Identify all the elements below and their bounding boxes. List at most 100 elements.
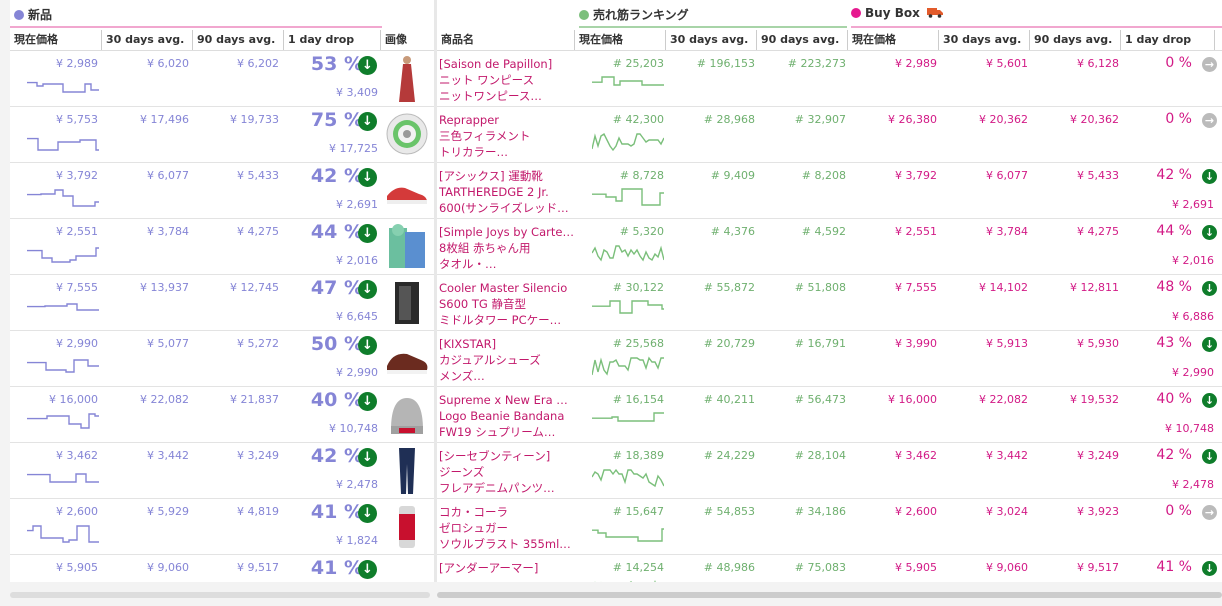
- buybox-drop-percent: 0 %: [1165, 503, 1192, 519]
- table-row[interactable]: [Simple Joys by Carter's] 8枚組 赤ちゃん用 タオル・… #…: [437, 219, 1222, 275]
- table-row[interactable]: ¥ 2,989 ¥ 6,020 ¥ 6,202 53 % ↓ ¥ 3,409: [10, 51, 434, 107]
- drop-down-arrow-icon: ↓: [1202, 393, 1217, 408]
- table-row[interactable]: [KIXSTAR] カジュアルシューズ メンズ… # 25,568 # 20,729 # …: [437, 331, 1222, 387]
- sales-rank-current: # 15,647: [612, 505, 664, 518]
- buybox-drop-percent: 0 %: [1165, 55, 1192, 71]
- col-header-sales-current[interactable]: 現在価格: [575, 30, 666, 50]
- product-title-link[interactable]: Cooler Master Silencio S600 TG 静音型 ミドルタワー …: [439, 280, 575, 328]
- col-header-new-90d[interactable]: 90 days avg.: [193, 30, 284, 50]
- table-row[interactable]: コカ・コーラ ゼロシュガー ソウルブラスト 355ml… # 15,647 # 54,8…: [437, 499, 1222, 555]
- new-30d-avg: ¥ 3,784: [147, 225, 189, 238]
- table-row[interactable]: ¥ 7,555 ¥ 13,937 ¥ 12,745 47 % ↓ ¥ 6,645: [10, 275, 434, 331]
- new-90d-avg: ¥ 21,837: [230, 393, 279, 406]
- product-title-link[interactable]: [アンダーアーマー]: [439, 560, 575, 576]
- product-title-line: ジーンズ: [439, 465, 485, 479]
- product-title-link[interactable]: Supreme x New Era Box Logo Beanie Bandana…: [439, 392, 575, 440]
- buybox-drop-percent: 44 %: [1156, 223, 1192, 239]
- left-horizontal-scrollbar[interactable]: [10, 592, 430, 598]
- new-price-sparkline: [27, 81, 99, 93]
- new-90d-avg: ¥ 4,275: [237, 225, 279, 238]
- table-row[interactable]: ¥ 5,905 ¥ 9,060 ¥ 9,517 41 % ↓: [10, 555, 434, 582]
- col-header-buybox-drop[interactable]: 1 day drop: [1121, 30, 1215, 50]
- product-title-line: [KIXSTAR]: [439, 337, 497, 351]
- table-row[interactable]: [Saison de Papillon] ニット ワンピース ニットワンピース… # …: [437, 51, 1222, 107]
- buybox-current-price: ¥ 3,990: [895, 337, 937, 350]
- new-drop-percent: 53 %: [310, 53, 363, 75]
- new-30d-avg: ¥ 5,077: [147, 337, 189, 350]
- new-90d-avg: ¥ 19,733: [230, 113, 279, 126]
- sales-rank-sparkline: [592, 245, 664, 262]
- table-row[interactable]: [アンダーアーマー] # 14,254 # 48,986 # 75,083 ¥ 5,90…: [437, 555, 1222, 582]
- table-row[interactable]: ¥ 3,462 ¥ 3,442 ¥ 3,249 42 % ↓ ¥ 2,478: [10, 443, 434, 499]
- col-header-title[interactable]: 商品名: [437, 30, 575, 50]
- sales-dot-icon: [579, 10, 589, 20]
- product-title-link[interactable]: コカ・コーラ ゼロシュガー ソウルブラスト 355ml…: [439, 504, 575, 552]
- buybox-30d-avg: ¥ 3,442: [986, 449, 1028, 462]
- product-title-link[interactable]: [Simple Joys by Carter's] 8枚組 赤ちゃん用 タオル・…: [439, 224, 575, 272]
- new-previous-price: ¥ 2,990: [336, 366, 378, 379]
- new-drop-percent: 40 %: [310, 389, 363, 411]
- col-header-new-30d[interactable]: 30 days avg.: [102, 30, 193, 50]
- buybox-90d-avg: ¥ 20,362: [1070, 113, 1119, 126]
- new-current-price: ¥ 2,989: [56, 57, 98, 70]
- table-row[interactable]: Cooler Master Silencio S600 TG 静音型 ミドルタワー …: [437, 275, 1222, 331]
- new-price-sparkline: [27, 580, 99, 582]
- product-thumbnail[interactable]: [385, 54, 429, 102]
- table-row[interactable]: [シーセブンティーン] ジーンズ フレアデニムパンツ… # 18,389 # 24,22…: [437, 443, 1222, 499]
- col-header-buybox-90d[interactable]: 90 days avg.: [1030, 30, 1121, 50]
- right-horizontal-scrollbar[interactable]: [437, 592, 1222, 598]
- buybox-previous-price: ¥ 6,886: [1172, 310, 1214, 323]
- buybox-current-price: ¥ 5,905: [895, 561, 937, 574]
- product-thumbnail[interactable]: [385, 166, 429, 214]
- table-row[interactable]: [アシックス] 運動靴 TARTHEREDGE 2 Jr. 600(サンライズレッド…: [437, 163, 1222, 219]
- product-title-link[interactable]: [シーセブンティーン] ジーンズ フレアデニムパンツ…: [439, 448, 575, 496]
- table-row[interactable]: Supreme x New Era Box Logo Beanie Bandana…: [437, 387, 1222, 443]
- col-header-new-current[interactable]: 現在価格: [10, 30, 102, 50]
- buybox-30d-avg: ¥ 6,077: [986, 169, 1028, 182]
- sales-rank-current: # 18,389: [612, 449, 664, 462]
- new-drop-percent: 41 %: [310, 501, 363, 523]
- sales-rank-90d: # 4,592: [801, 225, 846, 238]
- col-header-sales-30d[interactable]: 30 days avg.: [666, 30, 757, 50]
- sales-rank-current: # 30,122: [612, 281, 664, 294]
- buybox-90d-avg: ¥ 19,532: [1070, 393, 1119, 406]
- product-thumbnail[interactable]: [385, 558, 429, 582]
- new-group-label: 新品: [14, 6, 52, 23]
- product-title-link[interactable]: [Saison de Papillon] ニット ワンピース ニットワンピース…: [439, 56, 575, 104]
- right-arrow-icon: →: [1202, 505, 1217, 520]
- table-row[interactable]: ¥ 2,551 ¥ 3,784 ¥ 4,275 44 % ↓ ¥ 2,016: [10, 219, 434, 275]
- product-thumbnail[interactable]: [385, 278, 429, 326]
- table-row[interactable]: ¥ 5,753 ¥ 17,496 ¥ 19,733 75 % ↓ ¥ 17,725: [10, 107, 434, 163]
- product-thumbnail[interactable]: [385, 110, 429, 158]
- product-title-link[interactable]: Reprapper 三色フィラメント トリカラー…: [439, 112, 575, 160]
- table-row[interactable]: Reprapper 三色フィラメント トリカラー… # 42,300 # 28,968 #…: [437, 107, 1222, 163]
- product-title-link[interactable]: [KIXSTAR] カジュアルシューズ メンズ…: [439, 336, 575, 384]
- buybox-30d-avg: ¥ 22,082: [979, 393, 1028, 406]
- sales-rank-current: # 14,254: [612, 561, 664, 574]
- col-header-sales-90d[interactable]: 90 days avg.: [757, 30, 848, 50]
- new-price-sparkline: [27, 525, 99, 543]
- product-thumbnail[interactable]: [385, 334, 429, 382]
- col-header-buybox-30d[interactable]: 30 days avg.: [939, 30, 1030, 50]
- product-thumbnail[interactable]: [385, 390, 429, 438]
- buybox-current-price: ¥ 2,551: [895, 225, 937, 238]
- product-thumbnail[interactable]: [385, 502, 429, 550]
- col-header-buybox-current[interactable]: 現在価格: [848, 30, 939, 50]
- table-row[interactable]: ¥ 2,600 ¥ 5,929 ¥ 4,819 41 % ↓ ¥ 1,824: [10, 499, 434, 555]
- product-thumbnail[interactable]: [385, 446, 429, 494]
- table-row[interactable]: ¥ 3,792 ¥ 6,077 ¥ 5,433 42 % ↓ ¥ 2,691: [10, 163, 434, 219]
- left-rows: ¥ 2,989 ¥ 6,020 ¥ 6,202 53 % ↓ ¥ 3,409 ¥ 5,753…: [10, 51, 434, 582]
- buybox-current-price: ¥ 16,000: [888, 393, 937, 406]
- product-thumbnail[interactable]: [385, 222, 429, 270]
- table-row[interactable]: ¥ 2,990 ¥ 5,077 ¥ 5,272 50 % ↓ ¥ 2,990: [10, 331, 434, 387]
- col-header-new-drop[interactable]: 1 day drop: [284, 30, 381, 50]
- sales-rank-90d: # 223,273: [787, 57, 846, 70]
- col-header-image[interactable]: 画像: [381, 30, 431, 50]
- product-title-link[interactable]: [アシックス] 運動靴 TARTHEREDGE 2 Jr. 600(サンライズレッド…: [439, 168, 575, 216]
- sales-rank-90d: # 56,473: [794, 393, 846, 406]
- table-row[interactable]: ¥ 16,000 ¥ 22,082 ¥ 21,837 40 % ↓ ¥ 10,748: [10, 387, 434, 443]
- sales-rank-30d: # 24,229: [703, 449, 755, 462]
- sales-rank-sparkline: [592, 132, 664, 152]
- sales-rank-current: # 25,568: [612, 337, 664, 350]
- new-current-price: ¥ 16,000: [49, 393, 98, 406]
